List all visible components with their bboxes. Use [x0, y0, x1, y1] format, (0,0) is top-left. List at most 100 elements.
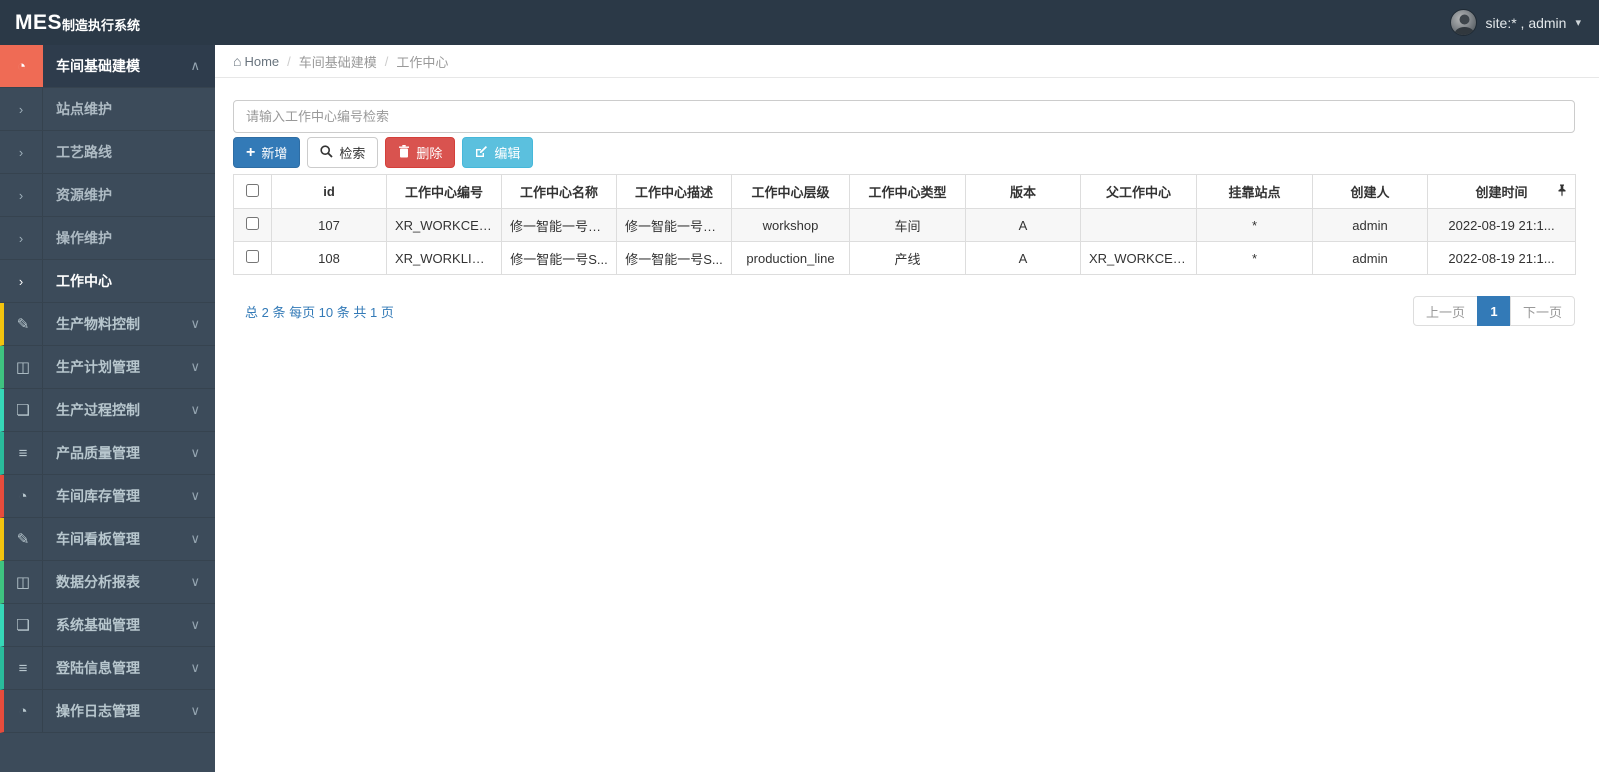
search-button-label: 检索 [339, 146, 366, 161]
table-row[interactable]: 107 XR_WORKCEN... 修一智能一号车间 修一智能一号车间 work… [233, 208, 1576, 242]
header-select-all [233, 174, 272, 209]
sidebar-subitem-operation-maintenance[interactable]: › 操作维护 [0, 217, 215, 260]
page-1-button[interactable]: 1 [1476, 296, 1511, 326]
cell-type: 产线 [849, 241, 966, 275]
add-button-label: 新增 [261, 146, 288, 161]
sidebar-item-label: 车间基础建模 [56, 58, 140, 74]
chevron-down-icon: ∨ [190, 531, 200, 546]
breadcrumb-item[interactable]: 车间基础建模 [299, 52, 377, 71]
sidebar-item-label: 车间看板管理 [56, 531, 140, 547]
next-page-button[interactable]: 下一页 [1509, 296, 1575, 326]
edit-icon: ✎ [4, 303, 43, 345]
col-header-desc: 工作中心描述 [616, 174, 732, 209]
sidebar-item-quality-management[interactable]: ≡ 产品质量管理 ∨ [0, 432, 215, 475]
cell-version: A [965, 241, 1081, 275]
cell-level: workshop [731, 208, 850, 242]
col-header-id: id [271, 174, 387, 209]
chevron-right-icon: › [0, 174, 43, 216]
work-center-table: id 工作中心编号 工作中心名称 工作中心描述 工作中心层级 工作中心类型 版本… [233, 174, 1576, 275]
sidebar-item-data-analysis[interactable]: ◫ 数据分析报表 ∨ [0, 561, 215, 604]
col-header-parent: 父工作中心 [1080, 174, 1197, 209]
delete-button-label: 删除 [416, 146, 443, 161]
avatar [1449, 9, 1477, 36]
sidebar-subitem-label: 操作维护 [56, 230, 112, 246]
brand-bold: MES [15, 10, 63, 34]
cell-level: production_line [731, 241, 850, 275]
prev-page-button[interactable]: 上一页 [1412, 296, 1478, 326]
pin-icon[interactable] [1557, 184, 1567, 199]
breadcrumb-item-current: 工作中心 [396, 54, 449, 70]
chevron-up-icon: ∧ [190, 58, 200, 73]
sidebar-item-process-control[interactable]: ❏ 生产过程控制 ∨ [0, 389, 215, 432]
breadcrumb-home-label: Home [244, 53, 280, 69]
breadcrumb-separator: / [384, 53, 389, 69]
list-icon: ≡ [4, 647, 43, 689]
app-logo[interactable]: MES 制造执行系统 [15, 0, 140, 45]
top-navbar: MES 制造执行系统 site:* , admin ▾ [0, 0, 1599, 45]
edit-button[interactable]: 编辑 [462, 137, 534, 168]
col-header-station: 挂靠站点 [1196, 174, 1313, 209]
cell-station: * [1196, 241, 1313, 275]
search-icon [320, 144, 333, 161]
cell-parent: XR_WORKCEN... [1080, 241, 1197, 275]
chevron-down-icon: ∨ [190, 574, 200, 589]
plus-icon: + [246, 143, 256, 161]
pagination-info: 总 2 条 每页 10 条 共 1 页 [245, 304, 394, 320]
sidebar-item-inventory-management[interactable]: ◔ 车间库存管理 ∨ [0, 475, 215, 518]
sidebar-item-workshop-modeling[interactable]: ◔ 车间基础建模 ∧ [0, 45, 215, 88]
col-header-creator: 创建人 [1312, 174, 1428, 209]
breadcrumb-separator: / [287, 53, 291, 69]
sidebar-item-label: 生产计划管理 [56, 359, 140, 375]
chevron-right-icon: › [0, 131, 43, 173]
columns-icon: ◫ [4, 561, 43, 603]
search-input[interactable] [233, 100, 1575, 133]
sidebar-item-kanban-management[interactable]: ✎ 车间看板管理 ∨ [0, 518, 215, 561]
toolbar: + 新增 检索 删除 编辑 [233, 137, 1575, 168]
sidebar-item-login-info[interactable]: ≡ 登陆信息管理 ∨ [0, 647, 215, 690]
edit-button-label: 编辑 [494, 146, 521, 161]
search-button[interactable]: 检索 [307, 137, 379, 168]
book-icon: ❏ [4, 389, 43, 431]
sidebar-item-material-control[interactable]: ✎ 生产物料控制 ∨ [0, 303, 215, 346]
book-icon: ❏ [4, 604, 43, 646]
row-checkbox[interactable] [246, 250, 259, 263]
cell-desc: 修一智能一号车间 [616, 208, 732, 242]
chevron-down-icon: ∨ [190, 703, 200, 718]
sidebar-subitem-station-maintenance[interactable]: › 站点维护 [0, 88, 215, 131]
table-row[interactable]: 108 XR_WORKLINE... 修一智能一号S... 修一智能一号S...… [233, 241, 1576, 275]
sidebar-subitem-work-center[interactable]: › 工作中心 [0, 260, 215, 303]
col-header-code: 工作中心编号 [386, 174, 502, 209]
sidebar-subitem-label: 工作中心 [56, 273, 112, 289]
col-header-name: 工作中心名称 [501, 174, 617, 209]
sidebar: ◔ 车间基础建模 ∧ › 站点维护 › 工艺路线 › 资源维护 › 操作维护 ›… [0, 45, 215, 772]
chevron-right-icon: › [0, 260, 43, 302]
cell-creator: admin [1312, 241, 1428, 275]
select-all-checkbox[interactable] [246, 183, 259, 197]
edit-icon [475, 145, 488, 161]
cell-type: 车间 [849, 208, 966, 242]
chevron-down-icon: ∨ [190, 402, 200, 417]
chevron-down-icon: ∨ [190, 445, 200, 460]
sidebar-subitem-label: 资源维护 [56, 187, 112, 203]
cell-version: A [965, 208, 1081, 242]
chevron-right-icon: › [0, 88, 43, 130]
sidebar-subitem-process-route[interactable]: › 工艺路线 [0, 131, 215, 174]
sidebar-item-operation-log[interactable]: ◔ 操作日志管理 ∨ [0, 690, 215, 733]
col-header-created-time: 创建时间 [1427, 174, 1576, 209]
chevron-down-icon: ∨ [190, 488, 200, 503]
sidebar-item-system-management[interactable]: ❏ 系统基础管理 ∨ [0, 604, 215, 647]
sidebar-item-label: 生产过程控制 [56, 402, 140, 418]
sidebar-item-production-plan[interactable]: ◫ 生产计划管理 ∨ [0, 346, 215, 389]
user-menu[interactable]: site:* , admin ▾ [1449, 0, 1581, 45]
cell-station: * [1196, 208, 1313, 242]
add-button[interactable]: + 新增 [233, 137, 301, 168]
sidebar-item-label: 数据分析报表 [56, 574, 140, 590]
breadcrumb-home-link[interactable]: ⌂ Home [233, 53, 279, 69]
app-window: MES 制造执行系统 site:* , admin ▾ ◔ 车间基础建模 ∧ ›… [0, 0, 1599, 777]
home-icon: ⌂ [233, 53, 242, 69]
sidebar-subitem-resource-maintenance[interactable]: › 资源维护 [0, 174, 215, 217]
row-checkbox[interactable] [246, 217, 259, 230]
sidebar-subitem-label: 工艺路线 [56, 144, 112, 160]
delete-button[interactable]: 删除 [385, 137, 456, 168]
caret-down-icon: ▾ [1575, 17, 1581, 29]
